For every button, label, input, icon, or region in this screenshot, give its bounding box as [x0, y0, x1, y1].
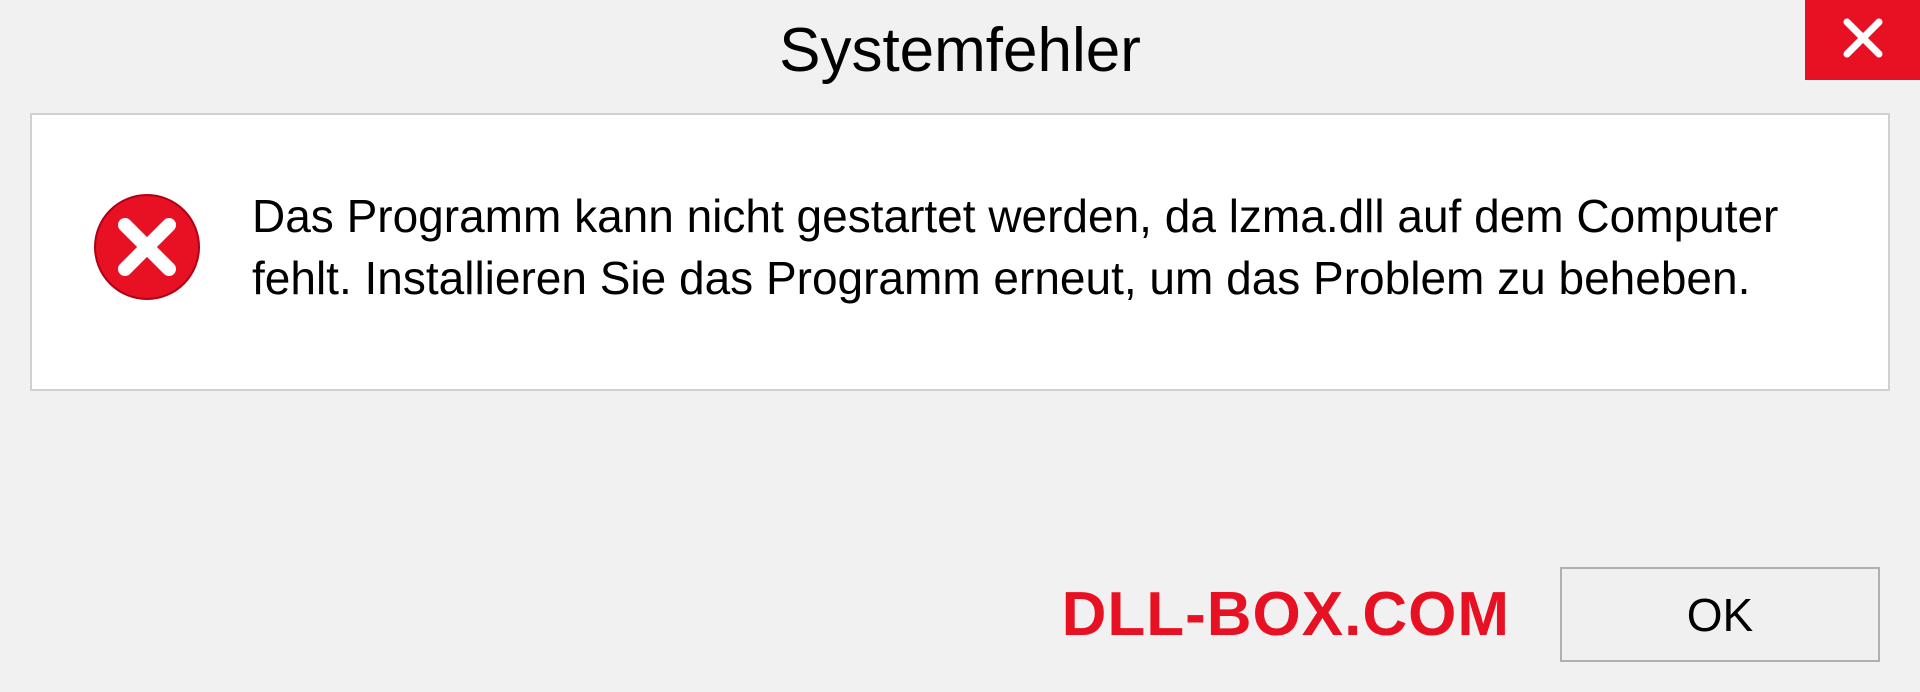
dialog-footer: DLL-BOX.COM OK — [0, 567, 1920, 662]
close-button[interactable] — [1805, 0, 1920, 80]
error-icon — [92, 192, 202, 302]
dialog-title: Systemfehler — [779, 15, 1141, 86]
error-message: Das Programm kann nicht gestartet werden… — [252, 185, 1828, 309]
titlebar: Systemfehler — [0, 0, 1920, 105]
ok-button[interactable]: OK — [1560, 567, 1880, 662]
close-icon — [1841, 16, 1885, 65]
message-panel: Das Programm kann nicht gestartet werden… — [30, 113, 1890, 391]
watermark-text: DLL-BOX.COM — [1062, 579, 1510, 650]
